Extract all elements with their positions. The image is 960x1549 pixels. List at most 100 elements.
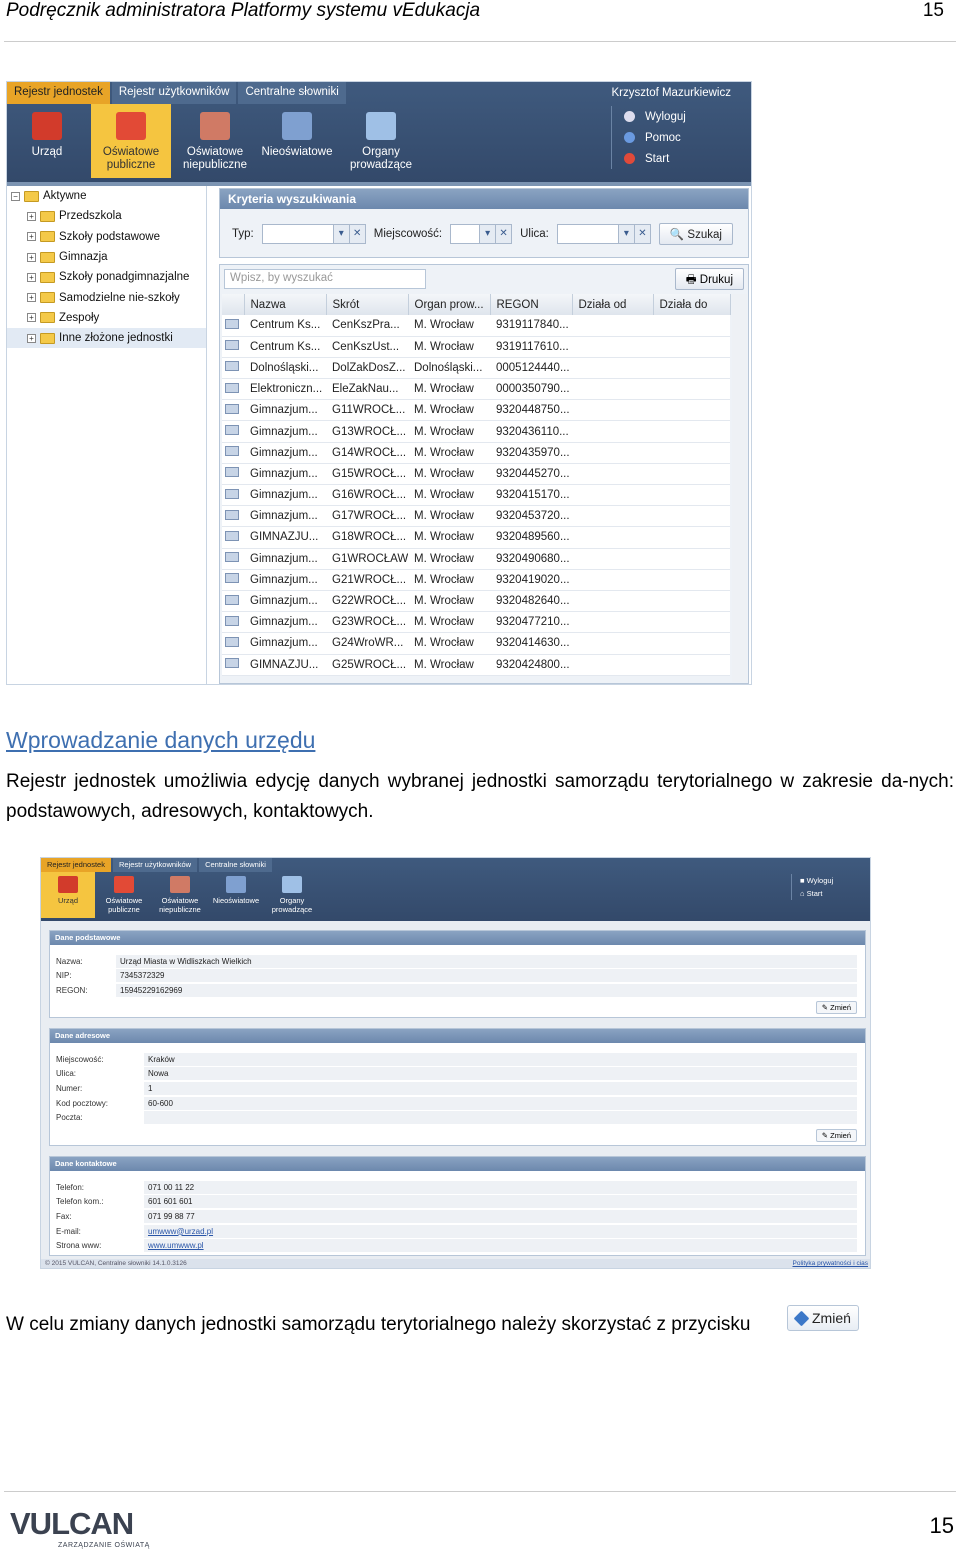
table-row[interactable]: Gimnazjum... G23WROCŁ... M. Wrocław 9320477…: [222, 611, 730, 634]
table-cell: [653, 654, 730, 676]
email-link[interactable]: umwww@urzad.pl: [144, 1224, 857, 1238]
chevron-down-icon[interactable]: ▾: [617, 225, 634, 243]
tool-non-education[interactable]: Nieoświatowe: [209, 872, 263, 918]
table-cell: Gimnazjum...: [244, 548, 326, 570]
tool-non-education[interactable]: Nieoświatowe: [257, 104, 337, 178]
street-label: Ulica:: [520, 228, 549, 240]
expand-icon[interactable]: +: [27, 211, 36, 221]
folder-icon: [40, 210, 55, 222]
table-row[interactable]: Centrum Ks... CenKszPra... M. Wrocław 93191…: [222, 315, 730, 337]
city-select[interactable]: ▾ ✕: [450, 224, 513, 244]
table-row[interactable]: Gimnazjum... G22WROCŁ... M. Wrocław 9320482…: [222, 590, 730, 613]
tree-item-selected[interactable]: + Inne złożone jednostki: [7, 328, 206, 349]
edit-button[interactable]: ✎ Zmień: [815, 1129, 857, 1142]
expand-icon[interactable]: +: [27, 232, 36, 242]
table-row[interactable]: Gimnazjum... G13WROCŁ... M. Wrocław 9320436…: [222, 420, 730, 443]
col-header[interactable]: REGON: [490, 294, 573, 315]
start-link[interactable]: Start: [624, 148, 686, 169]
table-row[interactable]: Gimnazjum... G11WROCŁ... M. Wrocław 9320448…: [222, 399, 730, 422]
type-select[interactable]: ▾ ✕: [261, 224, 366, 244]
edit-button[interactable]: ✎ Zmień: [815, 1001, 857, 1014]
tool-private-schools[interactable]: Oświatowe niepubliczne: [153, 872, 207, 918]
tab-unit-registry[interactable]: Rejestr jednostek: [7, 82, 110, 104]
tree-item[interactable]: + Samodzielne nie-szkoły: [7, 287, 206, 307]
clear-icon[interactable]: ✕: [348, 225, 365, 243]
table-row[interactable]: Gimnazjum... G17WROCŁ... M. Wrocław 9320453…: [222, 505, 730, 528]
tab-central-dictionaries[interactable]: Centralne słowniki: [238, 82, 346, 104]
tree-item[interactable]: + Zespoły: [7, 308, 206, 328]
expand-icon[interactable]: +: [27, 333, 36, 343]
clear-icon[interactable]: ✕: [495, 225, 512, 243]
table-row[interactable]: Centrum Ks... CenKszUst... M. Wrocław 93191…: [222, 336, 730, 358]
table-cell: Gimnazjum...: [244, 420, 326, 443]
clear-icon[interactable]: ✕: [633, 225, 650, 243]
start-link[interactable]: ⌂ Start: [800, 887, 833, 900]
tool-urzad[interactable]: Urząd: [41, 872, 95, 918]
edit-button-example[interactable]: Zmień: [787, 1305, 859, 1331]
collapse-icon[interactable]: −: [11, 191, 20, 201]
app-footer: © 2015 VULCAN, Centralne słowniki 14.1.0…: [41, 1259, 870, 1268]
logout-link[interactable]: ■ Wyloguj: [800, 874, 833, 887]
table-row[interactable]: Gimnazjum... G14WROCŁ... M. Wrocław 9320435…: [222, 442, 730, 464]
expand-icon[interactable]: +: [27, 272, 36, 282]
table-cell: M. Wrocław: [408, 505, 490, 528]
table-cell: DolZakDosZ...: [326, 357, 408, 380]
chevron-down-icon[interactable]: ▾: [479, 225, 496, 243]
tree-item[interactable]: + Gimnazja: [7, 247, 206, 267]
governing-body-icon: [366, 112, 396, 140]
tab-unit-registry[interactable]: Rejestr jednostek: [41, 858, 111, 872]
table-cell: [572, 420, 653, 443]
table-row[interactable]: Elektroniczn... EleZakNau... M. Wrocław 000…: [222, 378, 730, 401]
table-row[interactable]: Dolnośląski... DolZakDosZ... Dolnośląski..…: [222, 357, 730, 380]
expand-icon[interactable]: +: [27, 313, 36, 323]
folder-icon: [24, 190, 39, 202]
table-cell: 9320414630...: [490, 632, 572, 655]
help-link[interactable]: Pomoc: [624, 127, 686, 148]
table-row[interactable]: Gimnazjum... G21WROCŁ... M. Wrocław 9320419…: [222, 569, 730, 591]
table-cell: M. Wrocław: [408, 315, 490, 337]
table-row[interactable]: Gimnazjum... G24WroWR... M. Wrocław 9320414…: [222, 632, 730, 655]
tree-item[interactable]: + Szkoły podstawowe: [7, 227, 206, 247]
col-header[interactable]: Organ prow...: [408, 294, 491, 315]
table-row[interactable]: GIMNAZJU... G25WROCŁ... M. Wrocław 93204248…: [222, 654, 730, 676]
grid-scrollbar[interactable]: [732, 294, 747, 682]
website-link[interactable]: www.umwww.pl: [144, 1239, 857, 1253]
tab-user-registry[interactable]: Rejestr użytkowników: [112, 858, 198, 872]
chevron-down-icon[interactable]: ▾: [332, 225, 349, 243]
address-data-section: Dane adresowe Miejscowość: Kraków Ulica: N…: [49, 1028, 866, 1146]
tab-user-registry[interactable]: Rejestr użytkowników: [111, 82, 237, 104]
col-header[interactable]: Skrót: [326, 294, 409, 315]
tree-root[interactable]: − Aktywne: [7, 186, 206, 206]
col-header[interactable]: Działa od: [572, 294, 654, 315]
table-row[interactable]: Gimnazjum... G15WROCŁ... M. Wrocław 9320445…: [222, 463, 730, 486]
table-row[interactable]: Gimnazjum... G16WROCŁ... M. Wrocław 9320415…: [222, 484, 730, 507]
logout-link[interactable]: Wyloguj: [624, 106, 686, 127]
home-icon: [624, 153, 635, 164]
privacy-link[interactable]: Polityka prywatności i cias: [793, 1260, 869, 1267]
tool-governing-bodies[interactable]: Organy prowadzące: [265, 872, 319, 918]
tool-urzad[interactable]: Urząd: [7, 104, 87, 178]
city-hall-icon: [32, 112, 62, 140]
tool-private-schools[interactable]: Oświatowe niepubliczne: [175, 104, 255, 178]
tool-public-schools[interactable]: Oświatowe publiczne: [91, 104, 171, 178]
search-button[interactable]: 🔍 Szukaj: [658, 223, 733, 245]
grid-search-input[interactable]: Wpisz, by wyszukać: [224, 269, 426, 289]
expand-icon[interactable]: +: [27, 252, 36, 262]
street-select[interactable]: ▾ ✕: [556, 224, 651, 244]
expand-icon[interactable]: +: [27, 293, 36, 303]
print-button[interactable]: 🖶 Drukuj: [674, 268, 744, 290]
vulcan-logo: VULCAN ZARZĄDZANIE OŚWIATĄ: [10, 1506, 150, 1549]
table-row[interactable]: GIMNAZJU... G18WROCŁ... M. Wrocław 93204895…: [222, 526, 730, 549]
col-header[interactable]: Nazwa: [244, 294, 327, 315]
tool-governing-bodies[interactable]: Organy prowadzące: [341, 104, 421, 178]
tree-item[interactable]: + Szkoły ponadgimnazjalne: [7, 267, 206, 287]
tab-central-dictionaries[interactable]: Centralne słowniki: [199, 858, 272, 872]
table-row[interactable]: Gimnazjum... G1WROCŁAW M. Wrocław 932049068…: [222, 548, 730, 570]
folder-icon: [40, 271, 55, 283]
tree-item[interactable]: + Przedszkola: [7, 206, 206, 226]
info-icon: [624, 132, 635, 143]
col-header[interactable]: Działa do: [653, 294, 731, 315]
table-cell: Centrum Ks...: [244, 336, 326, 358]
tool-public-schools[interactable]: Oświatowe publiczne: [97, 872, 151, 918]
table-cell: 9320445270...: [490, 463, 572, 486]
